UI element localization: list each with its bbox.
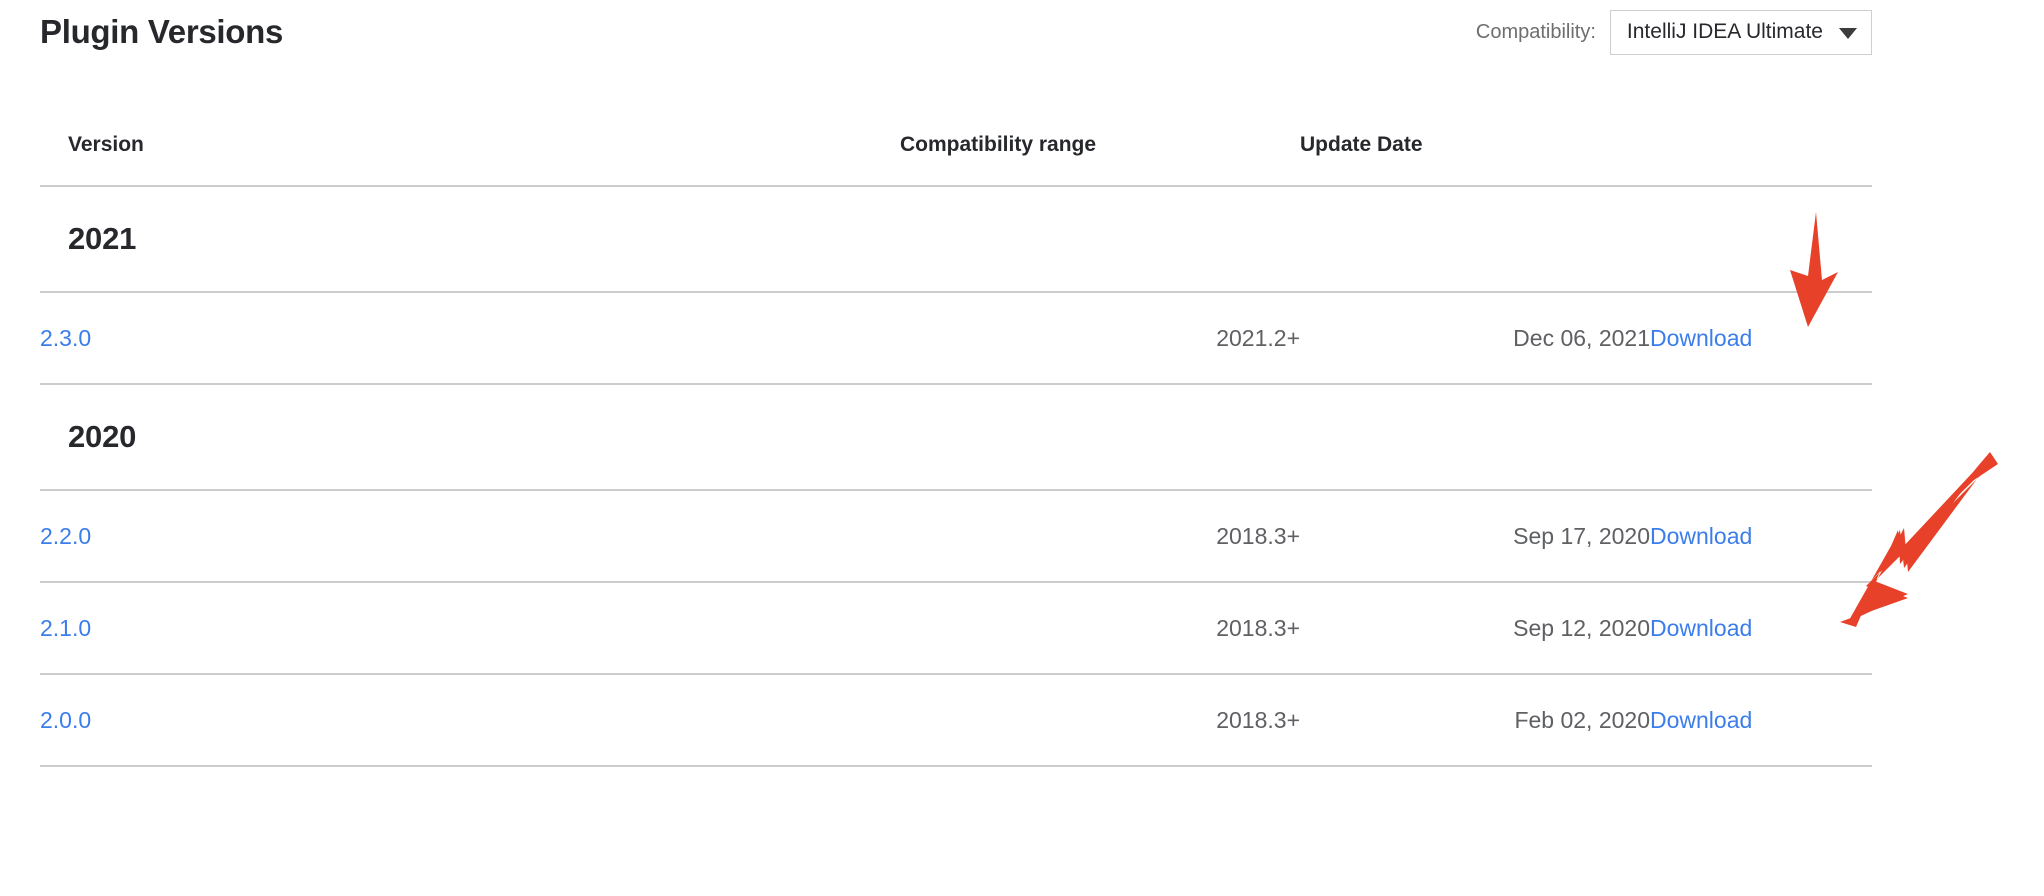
cell-action: Download — [1650, 292, 1872, 385]
cell-version: 2.3.0 — [40, 292, 900, 385]
year-group-row: 2020 — [40, 384, 1872, 491]
column-header-action — [1650, 133, 1872, 187]
cell-action: Download — [1650, 582, 1872, 675]
version-link[interactable]: 2.3.0 — [40, 325, 91, 351]
table-row: 2.1.0 2018.3+ Sep 12, 2020 Download — [40, 582, 1872, 675]
cell-compatibility-range: 2018.3+ — [900, 674, 1300, 767]
version-link[interactable]: 2.0.0 — [40, 707, 91, 733]
compatibility-select-value: IntelliJ IDEA Ultimate — [1626, 20, 1823, 43]
plugin-versions-page: Plugin Versions Compatibility: IntelliJ … — [0, 0, 2044, 896]
compatibility-filter: Compatibility: IntelliJ IDEA Ultimate — [1475, 9, 1872, 55]
column-header-compatibility-range: Compatibility range — [900, 133, 1300, 187]
page-title: Plugin Versions — [40, 13, 284, 50]
cell-version: 2.0.0 — [40, 674, 900, 767]
cell-compatibility-range: 2018.3+ — [900, 490, 1300, 583]
table-row: 2.2.0 2018.3+ Sep 17, 2020 Download — [40, 490, 1872, 583]
year-group-cell: 2020 — [40, 384, 1872, 491]
version-link[interactable]: 2.2.0 — [40, 523, 91, 549]
column-header-version: Version — [40, 133, 900, 187]
cell-update-date: Dec 06, 2021 — [1300, 292, 1650, 385]
download-link[interactable]: Download — [1650, 707, 1752, 733]
year-group-cell: 2021 — [40, 186, 1872, 293]
cell-action: Download — [1650, 490, 1872, 583]
download-link[interactable]: Download — [1650, 615, 1752, 641]
page-header: Plugin Versions Compatibility: IntelliJ … — [40, 0, 1872, 64]
compatibility-label: Compatibility: — [1475, 21, 1596, 43]
table-row: 2.3.0 2021.2+ Dec 06, 2021 Download — [40, 292, 1872, 385]
cell-update-date: Sep 12, 2020 — [1300, 582, 1650, 675]
version-link[interactable]: 2.1.0 — [40, 615, 91, 641]
year-group-label: 2021 — [68, 221, 137, 256]
table-row: 2.0.0 2018.3+ Feb 02, 2020 Download — [40, 674, 1872, 767]
download-link[interactable]: Download — [1650, 523, 1752, 549]
table-header-row: Version Compatibility range Update Date — [40, 133, 1872, 187]
cell-update-date: Feb 02, 2020 — [1300, 674, 1650, 767]
compatibility-select[interactable]: IntelliJ IDEA Ultimate — [1609, 9, 1872, 55]
chevron-down-icon — [1839, 27, 1857, 39]
table-body: 2021 2.3.0 2021.2+ Dec 06, 2021 Download… — [40, 186, 1872, 767]
cell-compatibility-range: 2021.2+ — [900, 292, 1300, 385]
cell-compatibility-range: 2018.3+ — [900, 582, 1300, 675]
column-header-update-date: Update Date — [1300, 133, 1650, 187]
cell-update-date: Sep 17, 2020 — [1300, 490, 1650, 583]
cell-version: 2.1.0 — [40, 582, 900, 675]
cell-action: Download — [1650, 674, 1872, 767]
download-link[interactable]: Download — [1650, 325, 1752, 351]
plugin-versions-table: Version Compatibility range Update Date … — [40, 133, 1872, 767]
table-header: Version Compatibility range Update Date — [40, 133, 1872, 187]
year-group-label: 2020 — [68, 419, 137, 454]
year-group-row: 2021 — [40, 186, 1872, 293]
cell-version: 2.2.0 — [40, 490, 900, 583]
